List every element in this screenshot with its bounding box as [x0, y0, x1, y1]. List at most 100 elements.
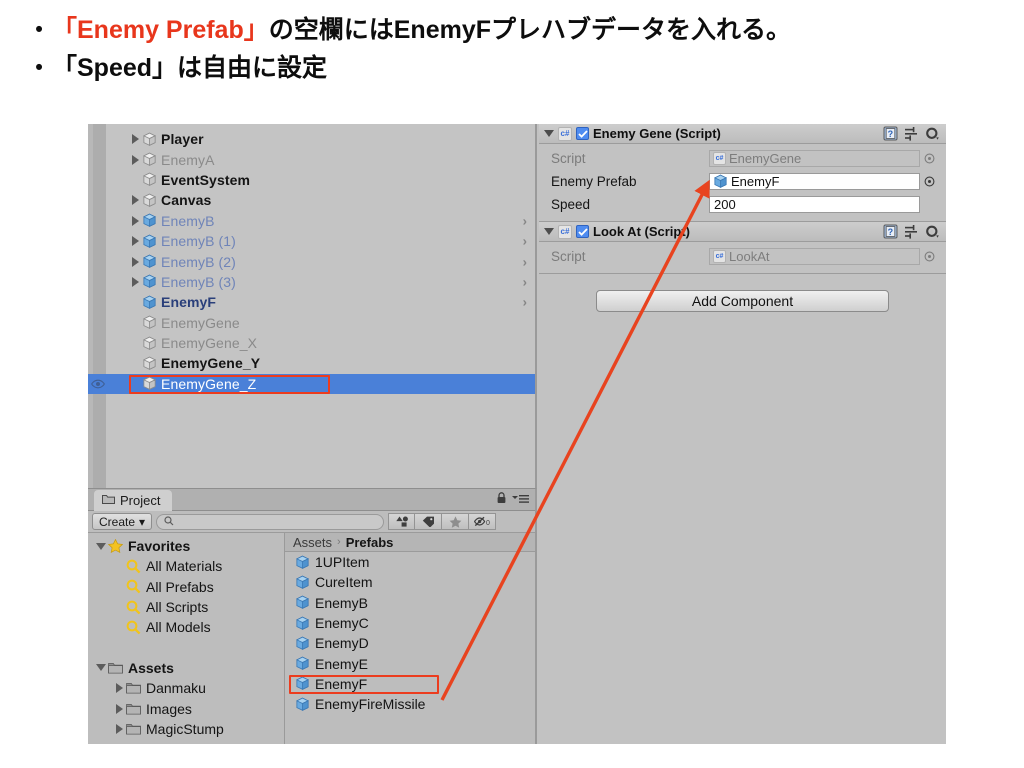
collapse-triangle-icon[interactable] [94, 542, 108, 550]
project-tree-item-all-scripts[interactable]: All Scripts [88, 597, 284, 617]
prefab-open-chevron-icon[interactable]: › [523, 295, 527, 310]
type-filter-icon[interactable] [388, 513, 416, 530]
help-book-icon[interactable]: ? [883, 224, 898, 242]
expand-triangle-icon[interactable] [128, 134, 142, 145]
breadcrumb-root[interactable]: Assets [293, 535, 332, 550]
search-input[interactable] [156, 513, 385, 530]
chevron-down-icon[interactable] [544, 228, 554, 235]
project-tree-item-all-materials[interactable]: All Materials [88, 556, 284, 576]
hierarchy-item-enemygene-x[interactable]: EnemyGene_X [88, 333, 535, 353]
expand-triangle-icon[interactable] [128, 195, 142, 206]
hierarchy-panel[interactable]: Player EnemyA EventSystem Canvas EnemyB › Enem… [88, 124, 537, 488]
object-picker-icon[interactable] [920, 153, 938, 164]
hierarchy-item-enemygene-z[interactable]: EnemyGene_Z [88, 373, 535, 395]
component-header-look-at[interactable]: c# Look At (Script) ? [539, 222, 946, 242]
expand-triangle-icon[interactable] [128, 215, 142, 226]
expand-triangle-icon[interactable] [128, 256, 142, 267]
component-header-enemy-gene[interactable]: c# Enemy Gene (Script) ? [539, 124, 946, 144]
panel-menu-icon[interactable] [512, 493, 529, 507]
gear-icon[interactable] [925, 127, 940, 144]
prefab-open-chevron-icon[interactable]: › [523, 254, 527, 269]
project-tree-item-label: Danmaku [146, 680, 206, 697]
asset-item-label: EnemyB [315, 594, 368, 611]
field-row-enemy-prefab: Enemy Prefab EnemyF [539, 170, 946, 193]
unity-editor-screenshot: Player EnemyA EventSystem Canvas EnemyB › Enem… [88, 124, 946, 744]
prefab-open-chevron-icon[interactable]: › [523, 213, 527, 228]
csharp-script-icon: c# [713, 250, 726, 263]
slide-bullets: • 「Enemy Prefab」の空欄にはEnemyFプレハブデータを入れる。 … [0, 0, 1024, 86]
asset-item-enemyf[interactable]: EnemyF [285, 674, 535, 694]
project-tree-item-all-prefabs[interactable]: All Prefabs [88, 577, 284, 597]
gameobject-cube-icon [142, 336, 157, 351]
hierarchy-item-label: EnemyB (1) [161, 233, 236, 250]
lock-icon[interactable] [496, 492, 507, 507]
expand-triangle-icon[interactable] [128, 276, 142, 287]
hierarchy-item-enemyb-1[interactable]: EnemyB (1) › [88, 231, 535, 251]
expand-triangle-icon[interactable] [128, 236, 142, 247]
collapse-triangle-icon[interactable] [94, 664, 108, 672]
component-enabled-checkbox[interactable] [576, 225, 589, 238]
project-tree-item-favorites[interactable]: Favorites [88, 536, 284, 556]
asset-item-enemyd[interactable]: EnemyD [285, 633, 535, 653]
number-field-speed[interactable]: 200 [709, 196, 920, 213]
hierarchy-item-player[interactable]: Player [88, 129, 535, 149]
hierarchy-item-canvas[interactable]: Canvas [88, 190, 535, 210]
hierarchy-item-enemyf[interactable]: EnemyF › [88, 292, 535, 312]
gear-icon[interactable] [925, 225, 940, 242]
field-label: Enemy Prefab [551, 174, 637, 189]
label-filter-icon[interactable] [415, 513, 443, 530]
hierarchy-item-label: EnemyF [161, 294, 217, 311]
project-panel[interactable]: Project Create ▾ 0 Favorites All Materia… [88, 488, 537, 744]
component-enabled-checkbox[interactable] [576, 127, 589, 140]
help-book-icon[interactable]: ? [883, 126, 898, 144]
project-tree-item-assets[interactable]: Assets [88, 658, 284, 678]
asset-item-enemye[interactable]: EnemyE [285, 653, 535, 673]
preset-icon[interactable] [904, 126, 919, 144]
add-component-button[interactable]: Add Component [596, 290, 889, 312]
asset-item-label: EnemyF [315, 675, 368, 692]
prefab-open-chevron-icon[interactable]: › [523, 274, 527, 289]
object-picker-icon[interactable] [920, 251, 938, 262]
preset-icon[interactable] [904, 224, 919, 242]
expand-triangle-icon[interactable] [112, 723, 126, 734]
hierarchy-item-enemyb-2[interactable]: EnemyB (2) › [88, 251, 535, 271]
prefab-cube-icon [295, 676, 310, 691]
component-header-icons: ? [883, 224, 940, 242]
project-tree-item-images[interactable]: Images [88, 698, 284, 718]
expand-triangle-icon[interactable] [112, 683, 126, 694]
visibility-toggle-icon[interactable]: 0 [469, 513, 497, 530]
asset-item-cureitem[interactable]: CureItem [285, 572, 535, 592]
hierarchy-item-enemyb-3[interactable]: EnemyB (3) › [88, 272, 535, 292]
object-picker-icon[interactable] [920, 176, 938, 187]
gameobject-cube-icon [142, 193, 157, 208]
hierarchy-item-eventsystem[interactable]: EventSystem [88, 170, 535, 190]
chevron-down-icon[interactable] [544, 130, 554, 137]
visibility-eye-icon[interactable] [90, 379, 106, 389]
inspector-panel[interactable]: c# Enemy Gene (Script) ? Script c# EnemyGe… [539, 124, 946, 744]
project-tree-item-danmaku[interactable]: Danmaku [88, 678, 284, 698]
create-button-label: Create [99, 514, 136, 529]
expand-triangle-icon[interactable] [128, 154, 142, 165]
create-button[interactable]: Create ▾ [92, 513, 153, 530]
project-tree[interactable]: Favorites All Materials All Prefabs All Scr… [88, 533, 285, 744]
asset-item-enemyc[interactable]: EnemyC [285, 613, 535, 633]
project-tree-item-magicstump[interactable]: MagicStump [88, 719, 284, 739]
prefab-cube-icon [295, 595, 310, 610]
project-asset-pane[interactable]: Assets › Prefabs 1UPItem CureItem EnemyB En… [285, 533, 535, 744]
tab-project[interactable]: Project [94, 490, 173, 511]
expand-triangle-icon[interactable] [112, 703, 126, 714]
project-tree-item-all-models[interactable]: All Models [88, 617, 284, 637]
search-icon [164, 515, 174, 529]
hierarchy-item-enemygene-y[interactable]: EnemyGene_Y [88, 353, 535, 373]
hierarchy-item-enemygene[interactable]: EnemyGene [88, 313, 535, 333]
object-field-enemy-prefab[interactable]: EnemyF [709, 173, 920, 190]
asset-item-enemyfiremissile[interactable]: EnemyFireMissile [285, 694, 535, 714]
prefab-open-chevron-icon[interactable]: › [523, 234, 527, 249]
asset-item-enemyb[interactable]: EnemyB [285, 593, 535, 613]
hierarchy-item-enemya[interactable]: EnemyA [88, 149, 535, 169]
asset-item-1upitem[interactable]: 1UPItem [285, 552, 535, 572]
favorite-star-icon[interactable] [442, 513, 470, 530]
hierarchy-item-enemyb[interactable]: EnemyB › [88, 211, 535, 231]
prefab-cube-icon [713, 174, 728, 189]
